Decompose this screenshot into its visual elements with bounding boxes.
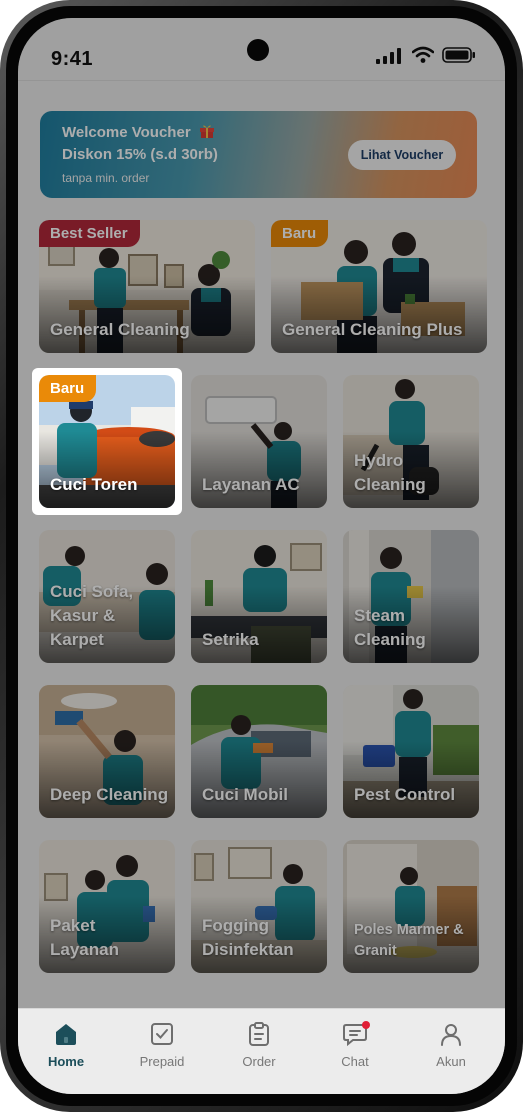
service-label: Steam Cleaning [354,606,426,649]
tab-order[interactable]: Order [219,1021,299,1069]
wifi-icon [412,46,434,63]
order-icon [249,1022,269,1046]
tab-label: Home [47,1054,85,1069]
prepaid-icon [151,1023,173,1045]
service-label: Deep Cleaning [50,785,169,804]
tab-label: Prepaid [139,1054,185,1069]
voucher-discount: Diskon 15% (s.d 30rb) [62,146,218,163]
service-label: Layanan AC [202,475,300,494]
service-label: Cuci Toren [50,475,138,494]
battery-icon [442,47,475,63]
service-card-general-cleaning[interactable]: General Cleaning Best Seller [39,220,255,353]
service-card-pest-control[interactable]: Pest Control [343,685,479,818]
app-screen: 9:41 Welcome Voucher Diskon 15% (s.d 30r… [18,18,505,1094]
service-label: Pest Control [354,785,456,804]
service-card-general-cleaning-plus[interactable]: General Cleaning Plus Baru [271,220,487,353]
header-divider [18,80,505,81]
service-card-fogging-disinfektan[interactable]: Fogging Disinfektan [191,840,327,973]
signal-icon [376,48,401,64]
status-time: 9:41 [51,48,94,70]
voucher-min-order: tanpa min. order [62,171,150,185]
status-bar: 9:41 [18,18,505,80]
service-card-layanan-ac[interactable]: Layanan AC [191,375,327,508]
tab-home[interactable]: Home [26,1021,106,1069]
new-badge: Baru [39,375,97,402]
tab-label: Order [242,1054,276,1069]
tab-label: Akun [436,1054,466,1069]
best-seller-badge: Best Seller [39,220,140,247]
service-card-hydro-cleaning[interactable]: Hydro Cleaning [343,375,479,508]
gift-icon [200,125,214,138]
welcome-voucher-banner[interactable]: Welcome Voucher Diskon 15% (s.d 30rb) ta… [40,111,477,198]
service-label: General Cleaning Plus [282,320,463,339]
tab-chat[interactable]: Chat [315,1021,395,1069]
service-card-paket-layanan[interactable]: Paket Layanan [39,840,175,973]
new-badge: Baru [271,220,329,247]
service-card-setrika[interactable]: Setrika [191,530,327,663]
service-label: Fogging Disinfektan [202,916,294,959]
bottom-tab-bar: Home Prepaid Order Chat Akun [18,1008,505,1094]
service-label: Poles Marmer & Granit [354,922,464,959]
view-voucher-button[interactable]: Lihat Voucher [348,140,456,170]
front-camera [247,39,269,61]
service-card-cuci-sofa[interactable]: Cuci Sofa, Kasur & Karpet [39,530,175,663]
tab-prepaid[interactable]: Prepaid [122,1021,202,1069]
chat-notification-dot [362,1021,370,1029]
service-label: Cuci Mobil [202,785,288,804]
service-card-deep-cleaning[interactable]: Deep Cleaning [39,685,175,818]
service-label: Cuci Sofa, Kasur & Karpet [50,582,134,649]
voucher-title: Welcome Voucher [62,124,191,141]
service-card-cuci-toren[interactable]: Cuci Toren Baru [39,375,175,508]
account-icon [441,1024,461,1046]
home-icon [56,1024,76,1045]
tab-akun[interactable]: Akun [411,1021,491,1069]
tab-label: Chat [341,1054,369,1069]
service-card-poles-marmer[interactable]: Poles Marmer & Granit [343,840,479,973]
service-label: Paket Layanan [50,916,119,959]
service-card-steam-cleaning[interactable]: Steam Cleaning [343,530,479,663]
service-label: Setrika [202,630,259,649]
service-card-cuci-mobil[interactable]: Cuci Mobil [191,685,327,818]
service-label: General Cleaning [50,320,190,339]
service-label: Hydro Cleaning [354,451,426,494]
